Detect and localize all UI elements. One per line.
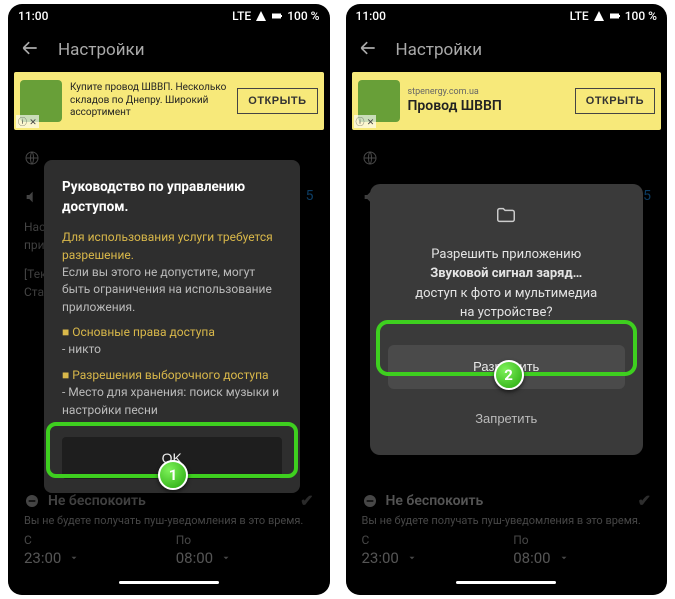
nav-bar[interactable]: [8, 573, 330, 591]
signal-icon: [593, 10, 605, 22]
dialog-p1: Для использования услуги требуется разре…: [62, 229, 282, 264]
ad-banner[interactable]: Купите провод ШВВП. Несколько складов по…: [14, 72, 324, 130]
perm-app-name: Звуковой сигнал заряд…: [430, 266, 582, 281]
status-right: LTE 100 %: [232, 9, 319, 23]
dialog-p2: Если вы этого не допустите, могут быть о…: [62, 264, 282, 316]
status-net: LTE: [570, 9, 589, 23]
deny-button[interactable]: Запретить: [388, 399, 626, 439]
phone-left: 11:00 LTE 100 % Настройки Купите провод …: [8, 4, 330, 595]
status-time: 11:00: [356, 9, 386, 23]
ad-badge[interactable]: ⓘ ✕: [354, 115, 377, 128]
status-bar: 11:00 LTE 100 %: [8, 4, 330, 28]
ad-domain: stpenergy.com.ua: [408, 87, 567, 98]
ad-text: Купите провод ШВВП. Несколько складов по…: [70, 82, 229, 120]
perm-line4: на устройстве?: [460, 305, 553, 320]
step-badge-1: 1: [158, 460, 188, 490]
step-badge-2: 2: [494, 360, 524, 390]
status-bar: 11:00 LTE 100 %: [346, 4, 668, 28]
back-icon[interactable]: [358, 38, 378, 63]
signal-icon: [255, 10, 267, 22]
battery-icon: [271, 10, 283, 22]
access-guide-dialog: Руководство по управлению доступом. Для …: [44, 160, 300, 493]
perm-line1: Разрешить приложению: [431, 247, 581, 262]
dialog-b1: ■ Основные права доступа: [62, 324, 282, 341]
ad-banner[interactable]: stpenergy.com.ua Провод ШВВП ОТКРЫТЬ ⓘ ✕: [352, 72, 662, 130]
status-time: 11:00: [18, 9, 48, 23]
battery-icon: [609, 10, 621, 22]
ad-text: stpenergy.com.ua Провод ШВВП: [408, 87, 567, 116]
appbar-title: Настройки: [58, 40, 145, 60]
ad-title: Провод ШВВП: [408, 98, 567, 116]
back-icon[interactable]: [20, 38, 40, 63]
status-right: LTE 100 %: [570, 9, 657, 23]
dialog-title: Руководство по управлению доступом.: [62, 178, 282, 217]
nav-bar[interactable]: [346, 573, 668, 591]
status-battery: 100 %: [287, 9, 319, 23]
ad-open-button[interactable]: ОТКРЫТЬ: [575, 88, 655, 114]
app-bar: Настройки: [346, 28, 668, 72]
appbar-title: Настройки: [396, 40, 483, 60]
status-net: LTE: [232, 9, 251, 23]
app-bar: Настройки: [8, 28, 330, 72]
ad-badge[interactable]: ⓘ ✕: [16, 115, 39, 128]
dialog-b1s: - никто: [62, 341, 282, 358]
perm-line3: доступ к фото и мультимедиа: [415, 286, 597, 301]
status-battery: 100 %: [625, 9, 657, 23]
ad-open-button[interactable]: ОТКРЫТЬ: [237, 88, 317, 114]
dialog-b2s: - Место для хранения: поиск музыки и нас…: [62, 384, 282, 419]
phone-right: 11:00 LTE 100 % Настройки stpenergy.com.…: [346, 4, 668, 595]
dialog-b2: ■ Разрешения выборочного доступа: [62, 367, 282, 384]
folder-icon: [388, 204, 626, 233]
permission-dialog: Разрешить приложению Звуковой сигнал зар…: [370, 184, 644, 455]
